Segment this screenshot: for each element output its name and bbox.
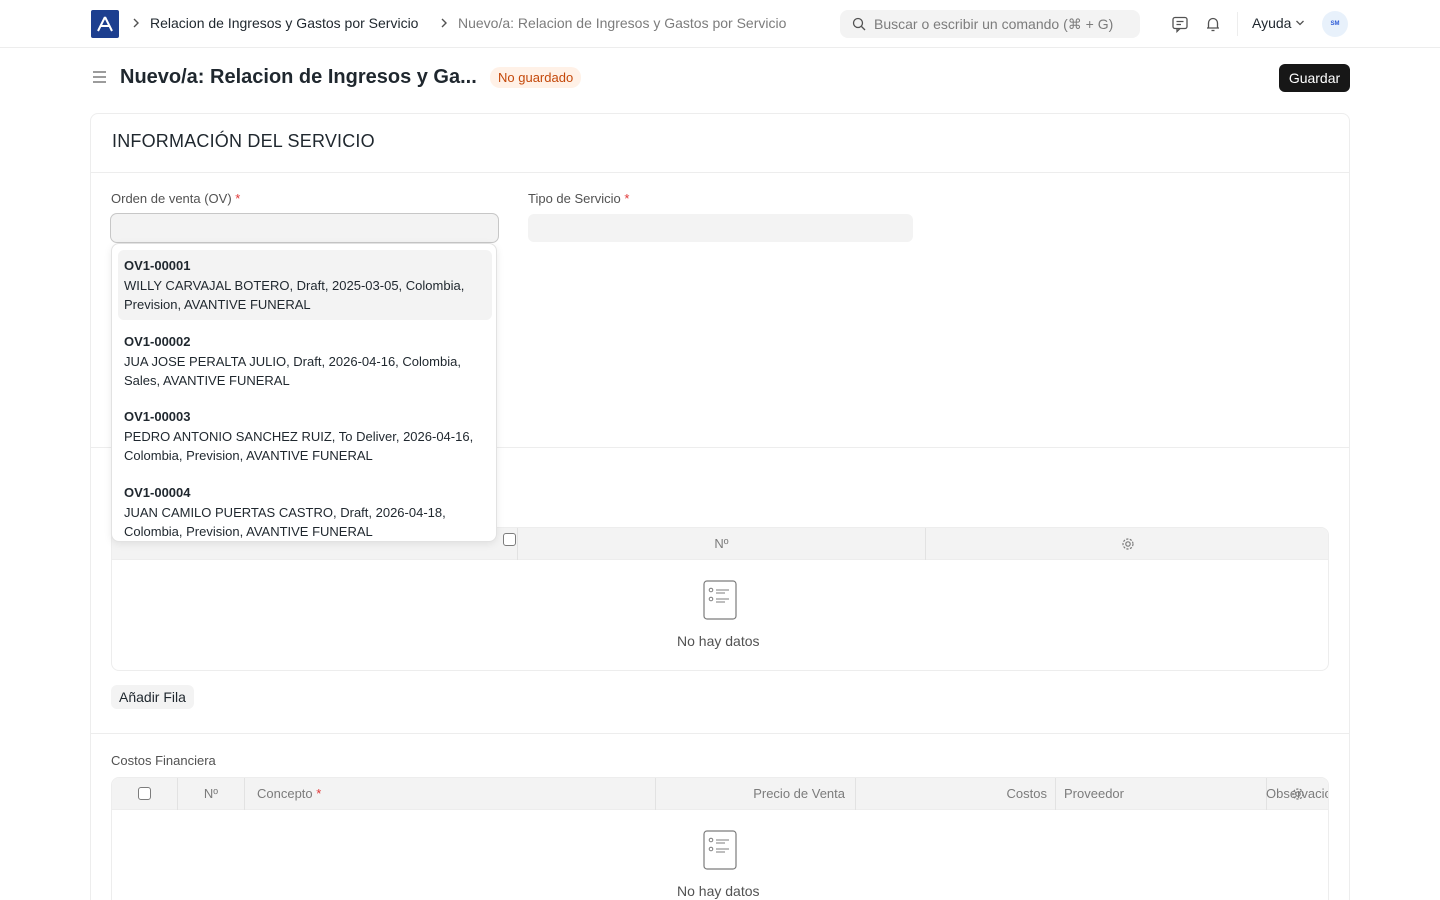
column-header-concept-text: Concepto [257, 786, 313, 801]
search-icon [852, 17, 866, 31]
avatar-initials: SM [1330, 21, 1340, 27]
option-description: WILLY CARVAJAL BOTERO, Draft, 2025-03-05… [124, 278, 465, 312]
empty-list-icon [703, 830, 737, 870]
service-type-label-text: Tipo de Servicio [528, 191, 621, 206]
select-all-checkbox[interactable] [503, 533, 516, 547]
column-settings-cell[interactable] [1266, 778, 1328, 810]
dropdown-option[interactable]: OV1-00003 PEDRO ANTONIO SANCHEZ RUIZ, To… [118, 401, 492, 471]
navbar-divider [1237, 12, 1238, 36]
required-mark: * [316, 786, 322, 801]
order-input[interactable] [111, 214, 498, 242]
status-badge: No guardado [490, 67, 582, 88]
chevron-right-icon [132, 17, 140, 32]
chevron-right-icon [440, 17, 448, 32]
help-label: Ayuda [1252, 15, 1292, 31]
save-button[interactable]: Guardar [1279, 64, 1350, 92]
column-header-notes: Observaciones [1056, 778, 1328, 810]
option-id: OV1-00002 [124, 334, 191, 349]
page-title: Nuevo/a: Relacion de Ingresos y Ga... [120, 66, 477, 88]
column-header-sale-price: Precio de Venta [656, 778, 856, 810]
sidebar-toggle-icon[interactable] [92, 70, 107, 84]
column-settings-cell[interactable] [926, 528, 1328, 560]
search-input[interactable] [874, 16, 1134, 32]
bell-icon[interactable] [1203, 14, 1223, 34]
option-description: JUA JOSE PERALTA JULIO, Draft, 2026-04-1… [124, 354, 461, 388]
add-row-button[interactable]: Añadir Fila [111, 685, 194, 709]
column-header-concept: Concepto * [245, 778, 656, 810]
dropdown-option[interactable]: OV1-00002 JUA JOSE PERALTA JULIO, Draft,… [118, 326, 492, 396]
section-divider [91, 172, 1349, 173]
column-header-costs: Costos [856, 778, 1056, 810]
select-all-checkbox[interactable] [138, 787, 151, 801]
gear-icon[interactable] [1121, 537, 1135, 551]
column-header-no: Nº [518, 528, 926, 560]
option-id: OV1-00001 [124, 258, 191, 273]
empty-state-text: No hay datos [677, 633, 760, 649]
avatar[interactable]: SM [1322, 11, 1348, 37]
breadcrumb-doctype[interactable]: Relacion de Ingresos y Gastos por Servic… [150, 15, 418, 31]
items-table: Nº No hay datos [111, 527, 1329, 671]
required-mark: * [235, 191, 241, 206]
service-type-label: Tipo de Servicio * [528, 191, 629, 206]
help-menu[interactable]: Ayuda [1252, 15, 1305, 31]
breadcrumb-current: Nuevo/a: Relacion de Ingresos y Gastos p… [458, 15, 787, 31]
order-dropdown: OV1-00001 WILLY CARVAJAL BOTERO, Draft, … [111, 243, 497, 542]
costs-table-label: Costos Financiera [111, 753, 216, 768]
empty-list-icon [703, 580, 737, 620]
column-header-no: Nº [178, 778, 245, 810]
option-id: OV1-00003 [124, 409, 191, 424]
costs-table: Nº Concepto * Precio de Venta Costos Pro… [111, 777, 1329, 900]
order-label: Orden de venta (OV) * [111, 191, 240, 206]
gear-icon[interactable] [1291, 787, 1305, 801]
section-title: INFORMACIÓN DEL SERVICIO [112, 131, 375, 151]
option-id: OV1-00004 [124, 485, 191, 500]
empty-state-text: No hay datos [677, 883, 760, 899]
chat-icon[interactable] [1170, 14, 1190, 34]
section-divider [91, 733, 1349, 734]
table-header: Nº Concepto * Precio de Venta Costos Pro… [112, 778, 1328, 810]
select-all-cell [112, 778, 178, 810]
required-mark: * [624, 191, 630, 206]
option-description: PEDRO ANTONIO SANCHEZ RUIZ, To Deliver, … [124, 429, 474, 463]
global-search[interactable] [840, 10, 1140, 38]
dropdown-option[interactable]: OV1-00004 JUAN CAMILO PUERTAS CASTRO, Dr… [118, 477, 492, 541]
order-label-text: Orden de venta (OV) [111, 191, 232, 206]
navbar: Relacion de Ingresos y Gastos por Servic… [0, 0, 1440, 48]
chevron-down-icon [1296, 20, 1305, 26]
dropdown-option[interactable]: OV1-00001 WILLY CARVAJAL BOTERO, Draft, … [118, 250, 492, 320]
logo-a-icon [97, 16, 113, 32]
option-description: JUAN CAMILO PUERTAS CASTRO, Draft, 2026-… [124, 505, 446, 539]
app-logo[interactable] [91, 10, 119, 38]
service-type-input[interactable] [528, 214, 913, 242]
